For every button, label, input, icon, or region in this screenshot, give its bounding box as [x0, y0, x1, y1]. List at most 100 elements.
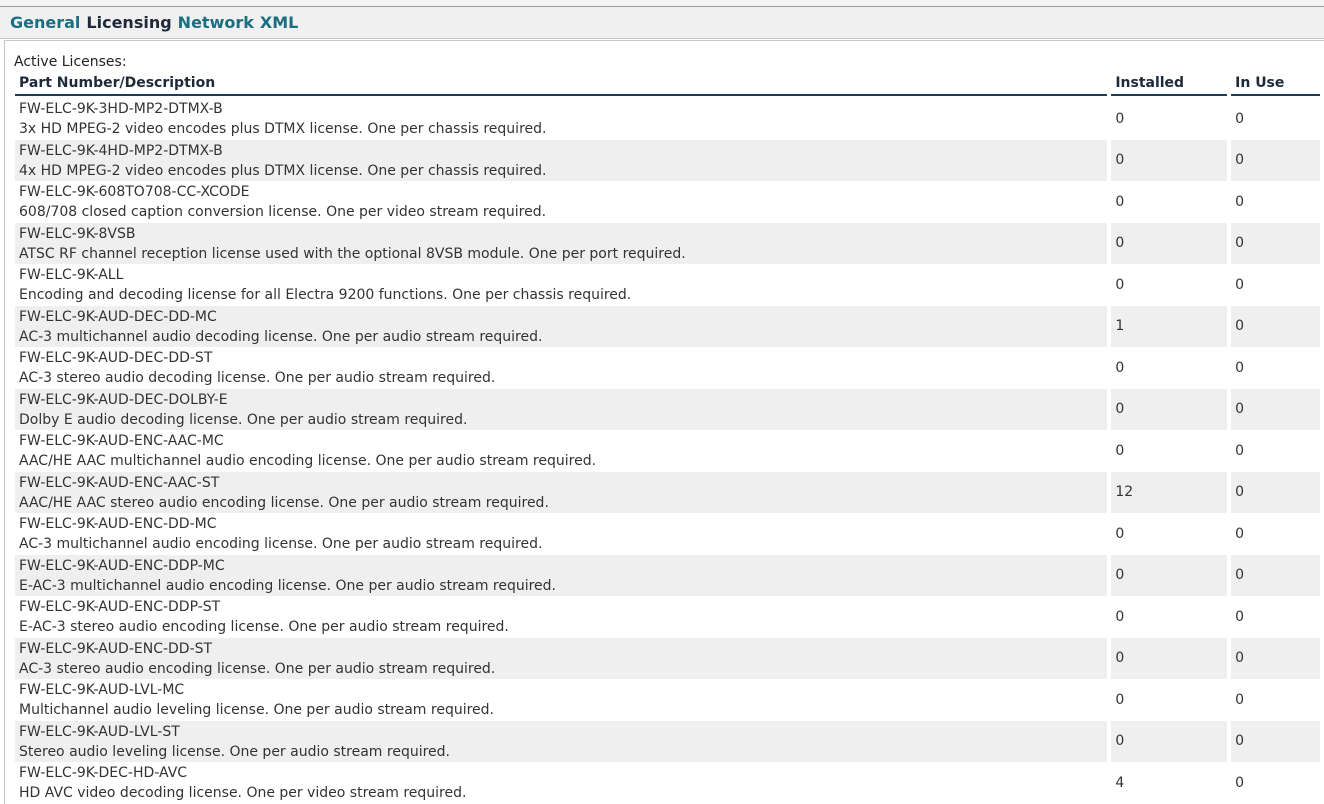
part-number: FW-ELC-9K-AUD-ENC-DD-ST	[19, 640, 213, 657]
in-use-count: 0	[1231, 264, 1321, 306]
part-number: FW-ELC-9K-AUD-DEC-DOLBY-E	[19, 391, 228, 408]
installed-count: 0	[1111, 637, 1228, 679]
part-cell: FW-ELC-9K-AUD-ENC-AAC-MC AAC/HE AAC mult…	[15, 430, 1108, 472]
table-row: FW-ELC-9K-ALL Encoding and decoding lice…	[15, 264, 1321, 306]
installed-count: 0	[1111, 264, 1228, 306]
table-row: FW-ELC-9K-4HD-MP2-DTMX-B 4x HD MPEG-2 vi…	[15, 139, 1321, 181]
table-row: FW-ELC-9K-AUD-LVL-ST Stereo audio leveli…	[15, 720, 1321, 762]
header-part-number: Part Number/Description	[15, 72, 1108, 96]
table-row: FW-ELC-9K-AUD-ENC-AAC-MC AAC/HE AAC mult…	[15, 430, 1321, 472]
part-cell: FW-ELC-9K-AUD-LVL-MC Multichannel audio …	[15, 679, 1108, 721]
part-number: FW-ELC-9K-AUD-LVL-ST	[19, 723, 180, 740]
in-use-count: 0	[1231, 720, 1321, 762]
in-use-count: 0	[1231, 388, 1321, 430]
installed-count: 0	[1111, 679, 1228, 721]
part-description: E-AC-3 stereo audio encoding license. On…	[19, 619, 509, 635]
installed-count: 0	[1111, 513, 1228, 555]
in-use-count: 0	[1231, 347, 1321, 389]
in-use-count: 0	[1231, 596, 1321, 638]
part-description: E-AC-3 multichannel audio encoding licen…	[19, 577, 557, 594]
table-body: FW-ELC-9K-3HD-MP2-DTMX-B 3x HD MPEG-2 vi…	[15, 98, 1321, 804]
licensing-panel: Active Licenses: Part Number/Description…	[4, 40, 1324, 804]
in-use-count: 0	[1231, 554, 1321, 596]
table-row: FW-ELC-9K-AUD-ENC-DDP-MC E-AC-3 multicha…	[15, 554, 1321, 596]
part-cell: FW-ELC-9K-AUD-ENC-DD-MC AC-3 multichanne…	[15, 513, 1108, 555]
part-cell: FW-ELC-9K-AUD-ENC-DDP-MC E-AC-3 multicha…	[15, 554, 1108, 596]
window-top-edge	[0, 0, 1324, 7]
part-cell: FW-ELC-9K-AUD-DEC-DOLBY-E Dolby E audio …	[15, 388, 1108, 430]
tab-xml[interactable]: XML	[260, 13, 298, 33]
part-description: AC-3 stereo audio encoding license. One …	[19, 660, 496, 677]
part-cell: FW-ELC-9K-DEC-HD-AVC HD AVC video decodi…	[15, 762, 1108, 804]
in-use-count: 0	[1231, 430, 1321, 472]
installed-count: 4	[1111, 762, 1228, 804]
in-use-count: 0	[1231, 305, 1321, 347]
active-licenses-label: Active Licenses:	[14, 54, 127, 70]
installed-count: 0	[1111, 720, 1228, 762]
tab-network[interactable]: Network	[178, 13, 254, 33]
part-number: FW-ELC-9K-AUD-ENC-AAC-MC	[19, 433, 224, 449]
installed-count: 0	[1111, 139, 1228, 181]
part-number: FW-ELC-9K-608TO708-CC-XCODE	[19, 184, 250, 200]
part-description: 4x HD MPEG-2 video encodes plus DTMX lic…	[19, 162, 547, 179]
part-cell: FW-ELC-9K-AUD-LVL-ST Stereo audio leveli…	[15, 720, 1108, 762]
part-cell: FW-ELC-9K-AUD-ENC-DD-ST AC-3 stereo audi…	[15, 637, 1108, 679]
table-row: FW-ELC-9K-8VSB ATSC RF channel reception…	[15, 222, 1321, 264]
installed-count: 12	[1111, 471, 1228, 513]
part-cell: FW-ELC-9K-8VSB ATSC RF channel reception…	[15, 222, 1108, 264]
part-description: AC-3 multichannel audio decoding license…	[19, 328, 543, 345]
part-cell: FW-ELC-9K-4HD-MP2-DTMX-B 4x HD MPEG-2 vi…	[15, 139, 1108, 181]
in-use-count: 0	[1231, 471, 1321, 513]
table-row: FW-ELC-9K-AUD-DEC-DD-MC AC-3 multichanne…	[15, 305, 1321, 347]
part-cell: FW-ELC-9K-608TO708-CC-XCODE 608/708 clos…	[15, 181, 1108, 223]
table-row: FW-ELC-9K-AUD-ENC-DDP-ST E-AC-3 stereo a…	[15, 596, 1321, 638]
in-use-count: 0	[1231, 513, 1321, 555]
table-row: FW-ELC-9K-DEC-HD-AVC HD AVC video decodi…	[15, 762, 1321, 804]
part-description: Stereo audio leveling license. One per a…	[19, 743, 450, 760]
in-use-count: 0	[1231, 139, 1321, 181]
table-row: FW-ELC-9K-3HD-MP2-DTMX-B 3x HD MPEG-2 vi…	[15, 98, 1321, 140]
in-use-count: 0	[1231, 637, 1321, 679]
licenses-table: Part Number/Description Installed In Use…	[15, 72, 1321, 804]
tab-licensing[interactable]: Licensing	[86, 13, 171, 33]
table-header: Part Number/Description Installed In Use	[15, 72, 1321, 96]
part-description: Dolby E audio decoding license. One per …	[19, 411, 468, 428]
table-row: FW-ELC-9K-AUD-LVL-MC Multichannel audio …	[15, 679, 1321, 721]
part-number: FW-ELC-9K-AUD-ENC-DDP-MC	[19, 557, 225, 574]
installed-count: 0	[1111, 347, 1228, 389]
part-description: Multichannel audio leveling license. One…	[19, 702, 495, 718]
part-description: AAC/HE AAC stereo audio encoding license…	[19, 494, 549, 511]
installed-count: 0	[1111, 430, 1228, 472]
installed-count: 0	[1111, 596, 1228, 638]
in-use-count: 0	[1231, 762, 1321, 804]
installed-count: 0	[1111, 181, 1228, 223]
table-row: FW-ELC-9K-AUD-ENC-DD-MC AC-3 multichanne…	[15, 513, 1321, 555]
in-use-count: 0	[1231, 679, 1321, 721]
part-number: FW-ELC-9K-AUD-LVL-MC	[19, 682, 185, 698]
part-description: AC-3 multichannel audio encoding license…	[19, 536, 543, 552]
part-number: FW-ELC-9K-4HD-MP2-DTMX-B	[19, 142, 223, 159]
part-number: FW-ELC-9K-AUD-ENC-AAC-ST	[19, 474, 220, 491]
header-installed: Installed	[1111, 72, 1228, 96]
part-number: FW-ELC-9K-ALL	[19, 267, 124, 283]
part-number: FW-ELC-9K-8VSB	[19, 225, 136, 242]
table-row: FW-ELC-9K-AUD-DEC-DOLBY-E Dolby E audio …	[15, 388, 1321, 430]
installed-count: 0	[1111, 222, 1228, 264]
part-number: FW-ELC-9K-AUD-ENC-DD-MC	[19, 516, 217, 532]
installed-count: 0	[1111, 388, 1228, 430]
header-in-use: In Use	[1231, 72, 1321, 96]
table-row: FW-ELC-9K-AUD-DEC-DD-ST AC-3 stereo audi…	[15, 347, 1321, 389]
part-description: ATSC RF channel reception license used w…	[19, 245, 686, 262]
part-description: 608/708 closed caption conversion licens…	[19, 204, 547, 220]
tab-general[interactable]: General	[10, 13, 80, 33]
part-number: FW-ELC-9K-3HD-MP2-DTMX-B	[19, 101, 223, 117]
table-row: FW-ELC-9K-AUD-ENC-AAC-ST AAC/HE AAC ster…	[15, 471, 1321, 513]
part-number: FW-ELC-9K-AUD-ENC-DDP-ST	[19, 599, 221, 615]
in-use-count: 0	[1231, 98, 1321, 140]
tab-bar: General Licensing Network XML	[0, 7, 1324, 39]
installed-count: 0	[1111, 98, 1228, 140]
part-cell: FW-ELC-9K-AUD-DEC-DD-ST AC-3 stereo audi…	[15, 347, 1108, 389]
part-description: Encoding and decoding license for all El…	[19, 287, 632, 303]
part-number: FW-ELC-9K-DEC-HD-AVC	[19, 765, 188, 781]
part-cell: FW-ELC-9K-3HD-MP2-DTMX-B 3x HD MPEG-2 vi…	[15, 98, 1108, 140]
